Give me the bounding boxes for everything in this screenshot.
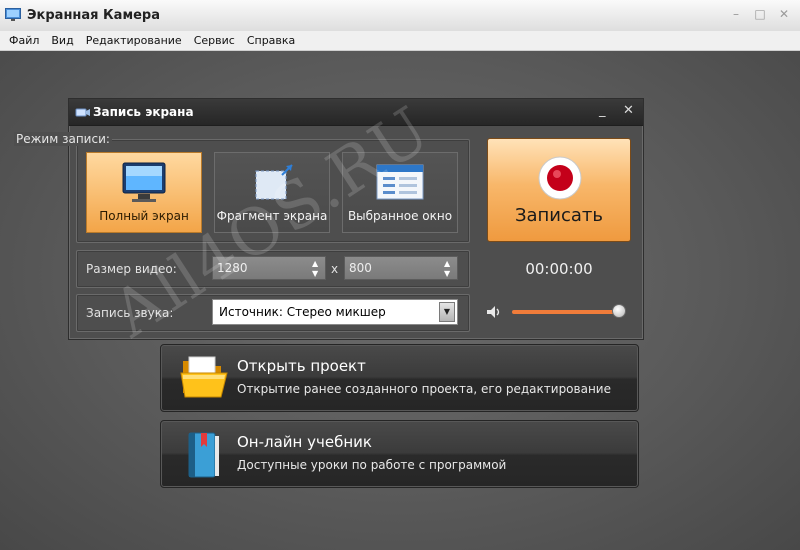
panel-titlebar: Запись экрана _ ✕ [69,99,643,126]
minimize-button[interactable]: – [726,6,746,22]
spin-arrows-icon[interactable]: ▲ ▼ [312,259,322,279]
open-project-button[interactable]: Открыть проект Открытие ранее созданного… [160,344,639,412]
record-button[interactable] [487,138,631,242]
window-title: Экранная Камера [27,8,160,23]
mode-fullscreen-button[interactable]: Полный экран [86,152,202,233]
recording-timer: 00:00:00 [525,260,593,278]
panel-minimize-button[interactable]: _ [599,103,606,118]
video-height-value: 800 [349,261,372,275]
action-subtitle: Доступные уроки по работе с программой [237,458,507,472]
record-icon [538,156,582,200]
video-height-input[interactable]: 800 ▲ ▼ [344,256,458,280]
action-subtitle: Открытие ранее созданного проекта, его р… [237,382,611,396]
volume-slider-thumb[interactable] [612,304,626,318]
panel-title: Запись экрана [93,105,194,119]
menu-file[interactable]: Файл [0,31,45,50]
mode-label: Полный экран [99,209,189,223]
window-titlebar: Экранная Камера – □ ✕ [0,0,800,32]
menu-view[interactable]: Вид [45,31,79,50]
size-separator: x [331,262,339,276]
mode-group-label: Режим записи: [14,132,112,146]
action-title: Он-лайн учебник [237,433,372,451]
spin-arrows-icon[interactable]: ▲ ▼ [444,259,454,279]
volume-slider-track[interactable] [512,310,618,314]
menu-help[interactable]: Справка [241,31,301,50]
mode-label: Выбранное окно [347,209,453,223]
online-tutorial-button[interactable]: Он-лайн учебник Доступные уроки по работ… [160,420,639,488]
volume-icon[interactable] [486,304,502,320]
action-title: Открыть проект [237,357,366,375]
menu-edit[interactable]: Редактирование [80,31,188,50]
audio-source-select[interactable]: Источник: Стерео микшер ▼ [212,299,458,325]
maximize-button[interactable]: □ [750,6,770,22]
audio-source-value: Источник: Стерео микшер [219,305,386,319]
camera-icon [75,108,90,117]
monitor-icon [5,8,21,21]
close-button[interactable]: ✕ [774,6,794,22]
chevron-down-icon[interactable]: ▼ [439,302,455,322]
monitor-icon [122,162,166,202]
record-label: Записать [514,205,604,226]
folder-icon [180,356,228,398]
book-icon [188,432,219,478]
panel-close-button[interactable]: ✕ [623,103,634,118]
menubar: Файл Вид Редактирование Сервис Справка [0,31,800,51]
menu-service[interactable]: Сервис [188,31,241,50]
